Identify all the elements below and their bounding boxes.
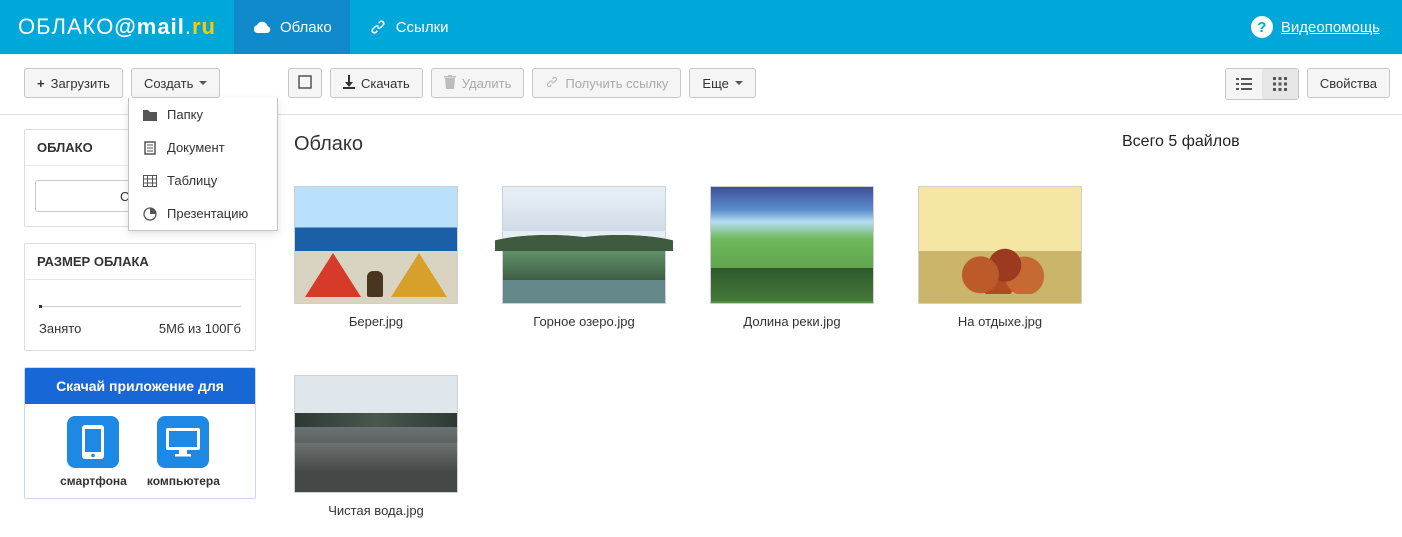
document-icon	[143, 141, 157, 155]
thumbnail-image	[918, 186, 1082, 304]
table-icon	[143, 174, 157, 188]
file-thumb[interactable]: Горное озеро.jpg	[502, 186, 666, 329]
at-icon: @	[114, 14, 136, 40]
create-document-item[interactable]: Документ	[129, 131, 277, 164]
create-spreadsheet-label: Таблицу	[167, 173, 217, 188]
promo-title: Скачай приложение для	[25, 368, 255, 404]
create-spreadsheet-item[interactable]: Таблицу	[129, 164, 277, 197]
file-thumb[interactable]: Долина реки.jpg	[710, 186, 874, 329]
info-summary: Всего 5 файлов	[1122, 133, 1382, 151]
nav-links[interactable]: Ссылки	[350, 0, 467, 54]
file-name: На отдыхе.jpg	[958, 314, 1042, 329]
file-thumb[interactable]: Чистая вода.jpg	[294, 375, 458, 518]
trash-icon	[444, 75, 456, 92]
used-value: 5Мб из 100Гб	[159, 321, 241, 336]
download-button[interactable]: Скачать	[330, 68, 423, 98]
thumbnail-image	[294, 186, 458, 304]
download-label: Скачать	[361, 76, 410, 91]
delete-button[interactable]: Удалить	[431, 68, 525, 98]
caret-down-icon	[199, 81, 207, 85]
grid-icon	[1273, 77, 1287, 91]
properties-button[interactable]: Свойства	[1307, 68, 1390, 98]
promo-panel: Скачай приложение для смартфона компьюте…	[24, 367, 256, 499]
file-name: Чистая вода.jpg	[328, 503, 424, 518]
file-thumb[interactable]: Берег.jpg	[294, 186, 458, 329]
upload-button[interactable]: + Загрузить	[24, 68, 123, 98]
view-list-button[interactable]	[1226, 69, 1262, 99]
main-area: Облако Берег.jpg Горное озеро.jpg Долина…	[264, 115, 1102, 528]
create-presentation-item[interactable]: Презентацию	[129, 197, 277, 230]
video-help-link[interactable]: ? Видеопомощь	[1229, 16, 1402, 38]
top-nav: Облако Ссылки	[234, 0, 467, 54]
link-icon	[368, 17, 388, 37]
help-icon: ?	[1251, 16, 1273, 38]
smartphone-icon	[67, 416, 119, 468]
create-document-label: Документ	[167, 140, 225, 155]
view-toggle	[1225, 68, 1299, 100]
list-icon	[1236, 77, 1252, 91]
nav-links-label: Ссылки	[396, 19, 449, 36]
nav-cloud[interactable]: Облако	[234, 0, 350, 54]
toolbar: + Загрузить Создать Папку Документ Табли…	[0, 54, 1402, 115]
caret-down-icon	[735, 81, 743, 85]
file-name: Долина реки.jpg	[743, 314, 840, 329]
delete-label: Удалить	[462, 76, 512, 91]
used-label: Занято	[39, 321, 81, 336]
folder-icon	[143, 108, 157, 122]
size-bar	[39, 306, 241, 307]
more-label: Еще	[702, 76, 728, 91]
thumbnail-image	[502, 186, 666, 304]
getlink-button[interactable]: Получить ссылку	[532, 68, 681, 98]
create-folder-item[interactable]: Папку	[129, 98, 277, 131]
file-grid: Берег.jpg Горное озеро.jpg Долина реки.j…	[294, 186, 1102, 518]
promo-smartphone[interactable]: смартфона	[60, 416, 127, 488]
create-folder-label: Папку	[167, 107, 203, 122]
logo-ru: ru	[192, 14, 216, 40]
select-all-button[interactable]	[288, 68, 322, 98]
size-panel: РАЗМЕР ОБЛАКА Занято 5Мб из 100Гб	[24, 243, 256, 351]
nav-cloud-label: Облако	[280, 19, 332, 36]
view-grid-button[interactable]	[1262, 69, 1298, 99]
create-dropdown: Папку Документ Таблицу Презентацию	[128, 98, 278, 231]
logo-word: ОБЛАКО	[18, 14, 114, 40]
link-icon	[545, 75, 559, 92]
create-presentation-label: Презентацию	[167, 206, 248, 221]
create-label: Создать	[144, 76, 193, 91]
getlink-label: Получить ссылку	[565, 76, 668, 91]
promo-smartphone-label: смартфона	[60, 474, 127, 488]
thumbnail-image	[710, 186, 874, 304]
desktop-icon	[157, 416, 209, 468]
checkbox-icon	[297, 74, 313, 93]
download-icon	[343, 75, 355, 92]
cloud-icon	[252, 17, 272, 37]
promo-desktop-label: компьютера	[147, 474, 220, 488]
info-panel: Всего 5 файлов	[1102, 115, 1402, 528]
properties-label: Свойства	[1320, 76, 1377, 91]
more-button[interactable]: Еще	[689, 68, 755, 98]
video-help-label: Видеопомощь	[1281, 19, 1380, 36]
file-name: Берег.jpg	[349, 314, 403, 329]
top-bar: ОБЛАКО@mail.ru Облако Ссылки ? Видеопомо…	[0, 0, 1402, 54]
size-panel-title: РАЗМЕР ОБЛАКА	[25, 244, 255, 280]
main-title: Облако	[294, 133, 1102, 156]
plus-icon: +	[37, 76, 45, 91]
thumbnail-image	[294, 375, 458, 493]
promo-desktop[interactable]: компьютера	[147, 416, 220, 488]
piechart-icon	[143, 207, 157, 221]
file-thumb[interactable]: На отдыхе.jpg	[918, 186, 1082, 329]
logo-mail: mail	[137, 14, 185, 40]
logo-dot: .	[185, 14, 192, 40]
upload-label: Загрузить	[51, 76, 110, 91]
file-name: Горное озеро.jpg	[533, 314, 634, 329]
create-button[interactable]: Создать	[131, 68, 220, 98]
logo[interactable]: ОБЛАКО@mail.ru	[0, 0, 234, 54]
